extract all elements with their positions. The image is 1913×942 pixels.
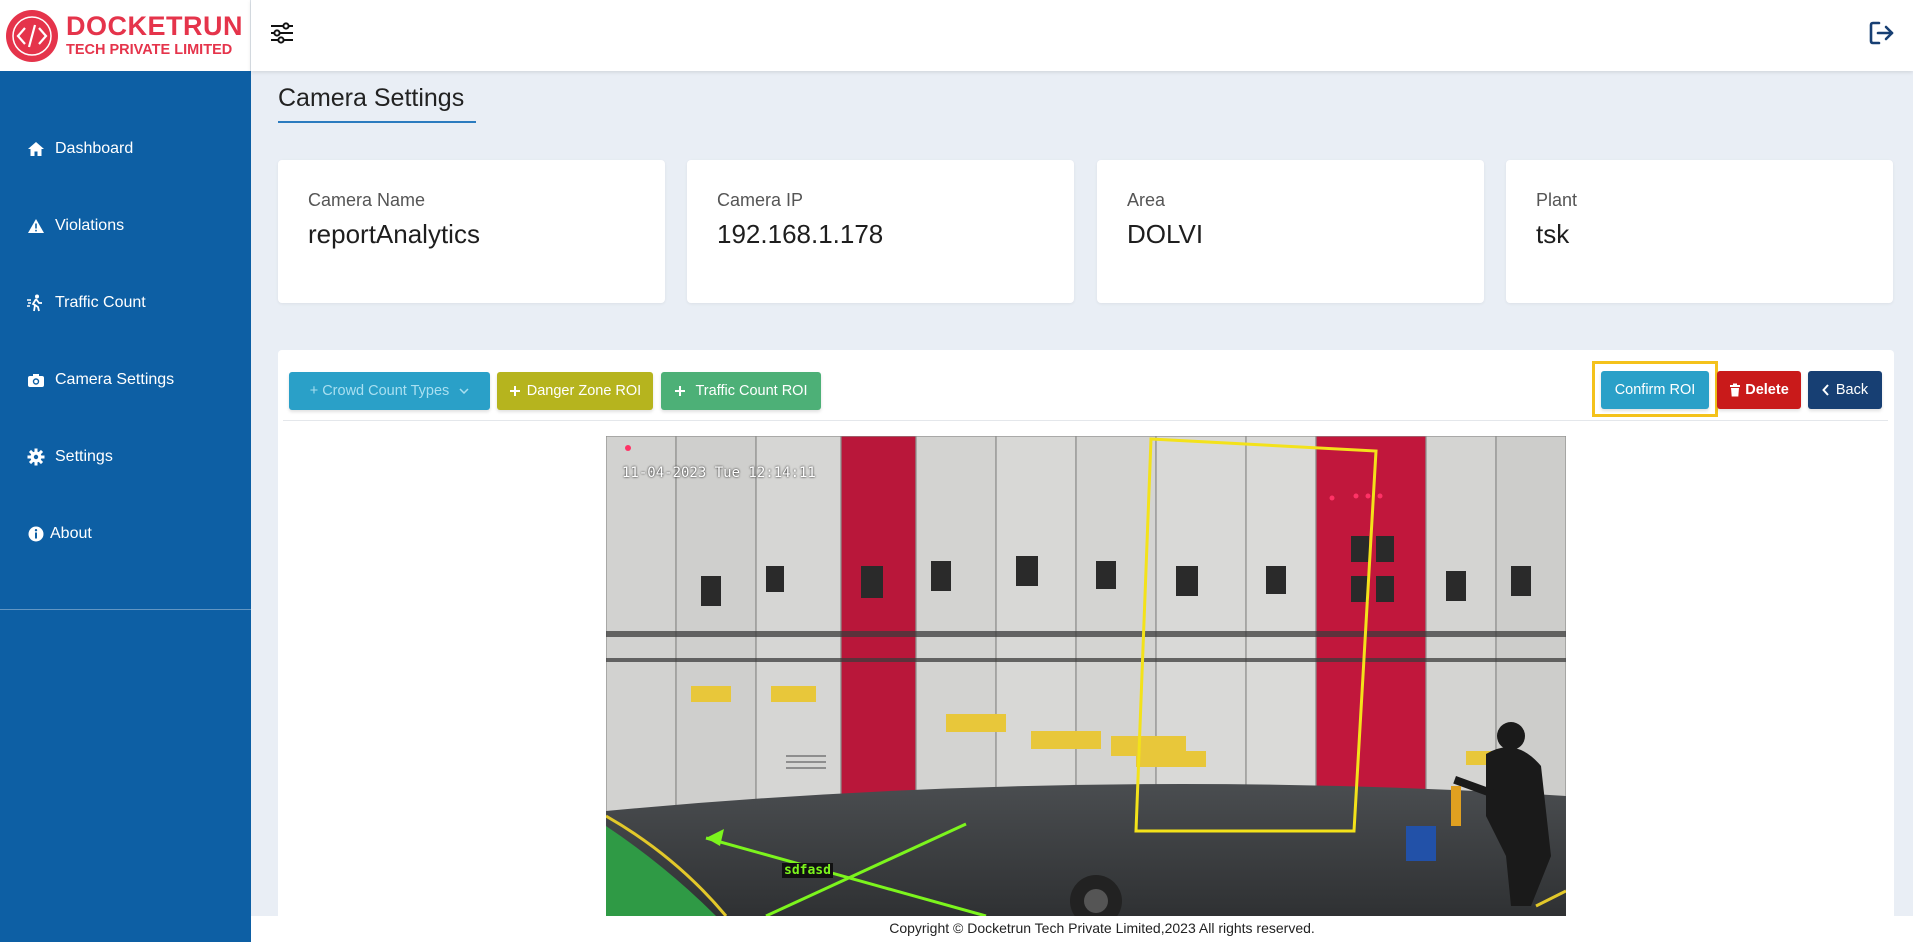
camera-image [606, 436, 1566, 916]
home-icon [26, 139, 46, 159]
traffic-count-roi-button[interactable]: Traffic Count ROI [661, 372, 821, 410]
gear-icon [26, 447, 46, 467]
card-label: Plant [1536, 190, 1578, 210]
crowd-count-types-dropdown[interactable]: + Crowd Count Types [289, 372, 490, 410]
roi-name-tag: sdfasd [782, 863, 833, 878]
sliders-icon[interactable] [267, 18, 297, 48]
sidebar-item-label: Camera Settings [55, 371, 175, 388]
info-icon [26, 524, 46, 544]
area-card: Area DOLVI [1097, 160, 1484, 303]
sidebar-item-about[interactable]: About [26, 524, 92, 544]
back-button[interactable]: Back [1808, 371, 1882, 409]
camera-timestamp: 11-04-2023 Tue 12:14:11 [622, 465, 816, 481]
sidebar-item-camera-settings[interactable]: Camera Settings [26, 370, 174, 390]
confirm-roi-button[interactable]: Confirm ROI [1601, 371, 1709, 409]
brand-subtitle: TECH PRIVATE LIMITED [66, 42, 233, 59]
sidebar-item-violations[interactable]: Violations [26, 216, 124, 236]
walking-icon [26, 293, 46, 313]
toolbar-divider [283, 420, 1888, 421]
chevron-down-icon [459, 388, 469, 394]
brand-logo-icon [6, 9, 58, 62]
warning-icon [26, 216, 46, 236]
plus-icon [509, 385, 521, 397]
chevron-left-icon [1822, 384, 1830, 396]
card-value: 192.168.1.178 [717, 219, 884, 249]
trash-icon [1729, 383, 1741, 397]
sidebar-divider [0, 609, 251, 610]
danger-zone-roi-button[interactable]: Danger Zone ROI [497, 372, 653, 410]
delete-label: Delete [1745, 382, 1789, 398]
sidebar-item-settings[interactable]: Settings [26, 447, 113, 467]
confirm-roi-label: Confirm ROI [1614, 382, 1696, 398]
camera-icon [26, 370, 46, 390]
title-underline [278, 121, 476, 123]
camera-name-card: Camera Name reportAnalytics [278, 160, 665, 303]
traffic-count-roi-label: Traffic Count ROI [695, 383, 808, 399]
plant-card: Plant tsk [1506, 160, 1893, 303]
danger-zone-roi-label: Danger Zone ROI [526, 383, 642, 399]
camera-feed[interactable]: 11-04-2023 Tue 12:14:11 sdfasd [606, 436, 1566, 916]
card-label: Camera IP [717, 190, 804, 210]
sidebar-item-label: Violations [55, 217, 125, 234]
logout-icon[interactable] [1867, 18, 1897, 48]
card-label: Camera Name [308, 190, 426, 210]
copyright-text: Copyright © Docketrun Tech Private Limit… [889, 920, 1315, 936]
sidebar-item-label: Settings [55, 448, 113, 465]
footer: Copyright © Docketrun Tech Private Limit… [251, 916, 1913, 942]
camera-ip-card: Camera IP 192.168.1.178 [687, 160, 1074, 303]
top-bar [251, 0, 1913, 71]
sidebar-item-label: Dashboard [55, 140, 134, 157]
card-value: DOLVI [1127, 219, 1204, 249]
card-label: Area [1127, 190, 1166, 210]
delete-button[interactable]: Delete [1717, 371, 1801, 409]
plus-icon [674, 385, 686, 397]
page-title: Camera Settings [278, 84, 465, 112]
sidebar-item-label: About [50, 525, 92, 542]
crowd-count-label: + Crowd Count Types [309, 383, 450, 399]
card-value: tsk [1536, 219, 1570, 249]
sidebar-item-dashboard[interactable]: Dashboard [26, 139, 133, 159]
card-value: reportAnalytics [308, 219, 480, 249]
sidebar-item-label: Traffic Count [55, 294, 146, 311]
brand-name: DOCKETRUN [66, 11, 243, 42]
sidebar-item-traffic-count[interactable]: Traffic Count [26, 293, 146, 313]
sidebar: DOCKETRUN TECH PRIVATE LIMITED Dashboard… [0, 0, 251, 942]
back-label: Back [1835, 382, 1869, 398]
brand-header[interactable]: DOCKETRUN TECH PRIVATE LIMITED [0, 0, 251, 71]
